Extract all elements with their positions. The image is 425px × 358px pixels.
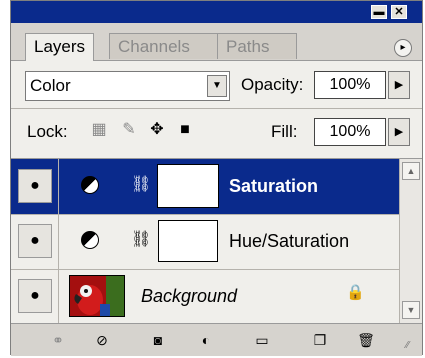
tab-layers[interactable]: Layers — [25, 33, 95, 61]
layer-options: Color ▼ Opacity: 100% ▶ Lock: ▦ ✎ ✥ ■ Fi… — [11, 60, 422, 159]
link-chain-icon[interactable]: ⛓ — [131, 174, 151, 196]
layers-panel: ▬ ✕ Layers Channels Paths ▸ Color ▼ Opac… — [10, 0, 423, 356]
layer-mask-thumbnail[interactable] — [158, 220, 218, 262]
parrot-image — [70, 276, 124, 316]
link-layers-icon[interactable]: ⚭ — [47, 330, 69, 350]
visibility-eye-icon[interactable]: ● — [18, 169, 52, 203]
tab-channels[interactable]: Channels — [109, 33, 221, 59]
row-divider — [58, 214, 59, 269]
layers-scrollbar[interactable]: ▲ ▼ — [399, 158, 422, 323]
fill-stepper[interactable]: ▶ — [388, 118, 410, 146]
adjustment-layer-icon — [81, 231, 99, 249]
lock-label: Lock: — [27, 122, 68, 141]
tab-paths[interactable]: Paths — [217, 33, 297, 59]
resize-grip-icon[interactable]: ⁄⁄ — [406, 340, 420, 354]
scroll-down-icon[interactable]: ▼ — [402, 301, 420, 319]
opacity-label: Opacity: — [241, 75, 304, 94]
panel-titlebar: ▬ ✕ — [11, 1, 422, 23]
layer-style-icon[interactable]: ⊘ — [91, 330, 113, 350]
opacity-input[interactable]: 100% — [314, 71, 386, 99]
layers-list: ● ⛓ Saturation ● ⛓ Hue/Saturation ● Back… — [11, 158, 399, 324]
link-chain-icon[interactable]: ⛓ — [131, 229, 151, 251]
row-divider — [58, 159, 59, 214]
new-group-icon[interactable]: ▭ — [251, 330, 273, 350]
close-icon[interactable]: ✕ — [391, 5, 407, 19]
blend-mode-select[interactable]: Color ▼ — [25, 71, 230, 101]
lock-icon: 🔒 — [346, 284, 365, 301]
panel-tabs: Layers Channels Paths ▸ — [11, 23, 422, 61]
visibility-eye-icon[interactable]: ● — [18, 224, 52, 258]
new-adjustment-layer-icon[interactable]: ◐ — [195, 330, 217, 350]
layer-row-hue-saturation[interactable]: ● ⛓ Hue/Saturation — [11, 214, 399, 270]
add-mask-icon[interactable]: ◙ — [147, 330, 169, 350]
lock-transparent-icon[interactable]: ▦ — [89, 120, 109, 140]
blend-mode-value: Color — [30, 76, 71, 95]
panel-menu-icon[interactable]: ▸ — [394, 39, 412, 57]
layer-name[interactable]: Saturation — [229, 173, 318, 199]
lock-all-icon[interactable]: ■ — [175, 120, 195, 140]
options-divider — [11, 108, 422, 109]
fill-input[interactable]: 100% — [314, 118, 386, 146]
lock-position-icon[interactable]: ✥ — [147, 120, 167, 140]
layers-bottom-toolbar: ⚭ ⊘ ◙ ◐ ▭ ❐ 🗑 ⁄⁄ — [11, 323, 422, 356]
minimize-icon[interactable]: ▬ — [371, 5, 387, 19]
fill-label: Fill: — [271, 122, 298, 141]
visibility-eye-icon[interactable]: ● — [18, 279, 52, 313]
lock-image-icon[interactable]: ✎ — [119, 120, 139, 140]
layer-row-saturation[interactable]: ● ⛓ Saturation — [11, 159, 399, 215]
background-thumbnail[interactable] — [69, 275, 125, 317]
scroll-up-icon[interactable]: ▲ — [402, 162, 420, 180]
layer-row-background[interactable]: ● Background 🔒 — [11, 269, 399, 324]
trash-icon[interactable]: 🗑 — [355, 330, 377, 350]
layer-mask-thumbnail[interactable] — [157, 164, 219, 208]
row-divider — [58, 269, 59, 324]
chevron-down-icon[interactable]: ▼ — [207, 75, 227, 97]
layer-name[interactable]: Hue/Saturation — [229, 228, 349, 254]
new-layer-icon[interactable]: ❐ — [309, 330, 331, 350]
adjustment-layer-icon — [81, 176, 99, 194]
opacity-stepper[interactable]: ▶ — [388, 71, 410, 99]
layer-name[interactable]: Background — [141, 283, 237, 309]
